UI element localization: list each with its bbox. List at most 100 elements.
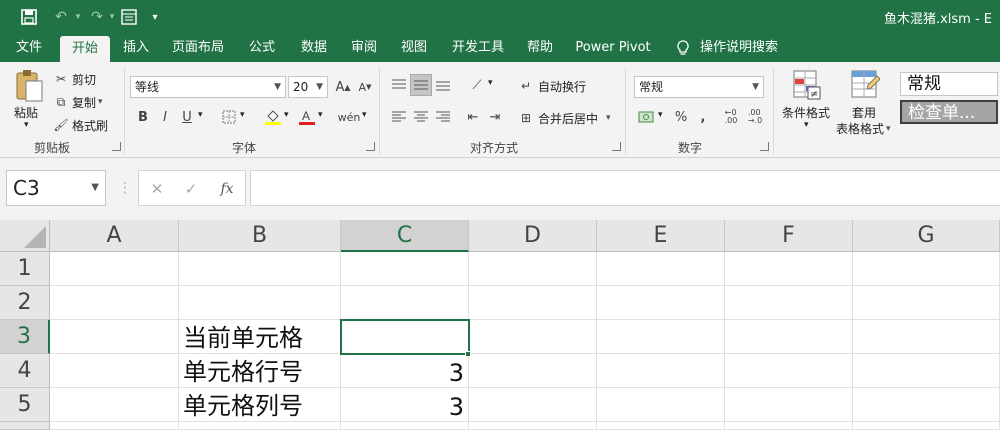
cell-c1[interactable]	[341, 252, 469, 286]
tab-home[interactable]: 开始	[60, 36, 110, 64]
cell-d4[interactable]	[469, 354, 597, 388]
decrease-decimal-icon[interactable]: .00 →.0	[744, 106, 766, 128]
cell-g4[interactable]	[853, 354, 1000, 388]
formula-bar-drag-handle[interactable]: ⋮	[118, 180, 132, 196]
format-as-table-icon[interactable]	[848, 68, 882, 102]
cell-b3[interactable]: 当前单元格	[179, 320, 341, 354]
number-launcher-icon[interactable]	[760, 142, 769, 151]
column-header-a[interactable]: A	[50, 220, 179, 252]
style-normal[interactable]: 常规	[900, 72, 998, 96]
cell-g3[interactable]	[853, 320, 1000, 354]
cell-e6[interactable]	[597, 422, 725, 430]
undo-dropdown-icon[interactable]: ▾	[72, 6, 84, 28]
insert-function-icon[interactable]: fx	[215, 177, 239, 201]
save-icon[interactable]	[18, 6, 40, 28]
tab-file[interactable]: 文件	[6, 34, 52, 62]
column-header-c[interactable]: C	[341, 220, 469, 252]
font-size-select[interactable]: 20 ▼	[288, 76, 328, 98]
clipboard-launcher-icon[interactable]	[112, 142, 121, 151]
align-center-icon[interactable]	[410, 106, 432, 128]
column-header-e[interactable]: E	[597, 220, 725, 252]
conditional-format-dropdown-icon[interactable]: ▾	[804, 120, 809, 130]
cell-f4[interactable]	[725, 354, 853, 388]
cell-a5[interactable]	[50, 388, 179, 422]
font-launcher-icon[interactable]	[366, 142, 375, 151]
borders-dropdown-icon[interactable]: ▾	[240, 110, 245, 120]
align-bottom-icon[interactable]	[432, 74, 454, 96]
cell-g6[interactable]	[853, 422, 1000, 430]
cell-d3[interactable]	[469, 320, 597, 354]
shrink-font-button[interactable]: A ▼	[354, 76, 376, 98]
font-color-dropdown-icon[interactable]: ▾	[318, 110, 323, 120]
italic-button[interactable]: I	[154, 106, 176, 128]
cell-d1[interactable]	[469, 252, 597, 286]
cell-b1[interactable]	[179, 252, 341, 286]
decrease-indent-icon[interactable]: ⇤	[462, 106, 484, 128]
row-header-5[interactable]: 5	[0, 388, 50, 422]
cell-d2[interactable]	[469, 286, 597, 320]
align-top-icon[interactable]	[388, 74, 410, 96]
row-header-2[interactable]: 2	[0, 286, 50, 320]
fill-color-icon[interactable]	[262, 106, 284, 128]
cell-e3[interactable]	[597, 320, 725, 354]
cell-e4[interactable]	[597, 354, 725, 388]
cell-f1[interactable]	[725, 252, 853, 286]
cell-a1[interactable]	[50, 252, 179, 286]
tab-formulas[interactable]: 公式	[240, 34, 284, 62]
wrap-text-button[interactable]: ↵ 自动换行	[518, 76, 586, 96]
cell-g1[interactable]	[853, 252, 1000, 286]
tab-data[interactable]: 数据	[292, 34, 336, 62]
cell-e5[interactable]	[597, 388, 725, 422]
paste-dropdown-icon[interactable]: ▾	[24, 120, 36, 130]
lightbulb-icon[interactable]	[672, 34, 694, 62]
number-format-select[interactable]: 常规 ▼	[634, 76, 764, 98]
form-icon[interactable]	[118, 6, 140, 28]
row-header-6[interactable]	[0, 422, 50, 430]
phonetic-dropdown-icon[interactable]: ▾	[362, 110, 367, 120]
formula-input[interactable]	[250, 170, 1000, 206]
percent-button[interactable]: %	[670, 106, 692, 128]
cell-d6[interactable]	[469, 422, 597, 430]
comma-button[interactable]: ,	[692, 106, 714, 128]
font-name-select[interactable]: 等线 ▼	[130, 76, 286, 98]
column-header-b[interactable]: B	[179, 220, 341, 252]
cell-g2[interactable]	[853, 286, 1000, 320]
style-check-cell[interactable]: 检查单...	[900, 100, 998, 124]
currency-icon[interactable]	[636, 106, 658, 128]
grow-font-button[interactable]: A ▲	[332, 76, 354, 98]
enter-icon[interactable]: ✓	[179, 177, 203, 201]
alignment-launcher-icon[interactable]	[612, 142, 621, 151]
bold-button[interactable]: B	[132, 106, 154, 128]
tab-insert[interactable]: 插入	[114, 34, 158, 62]
tell-me-search[interactable]: 操作说明搜索	[698, 34, 780, 62]
tab-developer[interactable]: 开发工具	[446, 34, 510, 62]
cell-b6[interactable]	[179, 422, 341, 430]
cell-f2[interactable]	[725, 286, 853, 320]
cell-f6[interactable]	[725, 422, 853, 430]
borders-icon[interactable]	[218, 106, 240, 128]
format-as-table-button[interactable]: 表格格式 ▾	[836, 120, 891, 137]
format-as-table-line1[interactable]: 套用	[852, 104, 876, 121]
select-all-button[interactable]	[0, 220, 50, 252]
cell-a2[interactable]	[50, 286, 179, 320]
cell-c4[interactable]: 3	[341, 354, 469, 388]
customize-icon[interactable]: ▾	[148, 6, 162, 28]
tab-view[interactable]: 视图	[392, 34, 436, 62]
increase-indent-icon[interactable]: ⇥	[484, 106, 506, 128]
cell-d5[interactable]	[469, 388, 597, 422]
cell-e2[interactable]	[597, 286, 725, 320]
row-header-1[interactable]: 1	[0, 252, 50, 286]
name-box[interactable]: C3 ▼	[6, 170, 106, 206]
copy-dropdown-icon[interactable]: ▾	[98, 97, 103, 107]
cell-b5[interactable]: 单元格列号	[179, 388, 341, 422]
cell-a3[interactable]	[50, 320, 179, 354]
redo-icon[interactable]: ↷	[86, 6, 108, 28]
align-middle-icon[interactable]	[410, 74, 432, 96]
undo-icon[interactable]: ↶	[50, 6, 72, 28]
tab-power-pivot[interactable]: Power Pivot	[572, 34, 654, 62]
font-color-icon[interactable]: A	[296, 106, 318, 128]
row-header-3[interactable]: 3	[0, 320, 50, 354]
cell-f5[interactable]	[725, 388, 853, 422]
column-header-g[interactable]: G	[853, 220, 1000, 252]
align-right-icon[interactable]	[432, 106, 454, 128]
